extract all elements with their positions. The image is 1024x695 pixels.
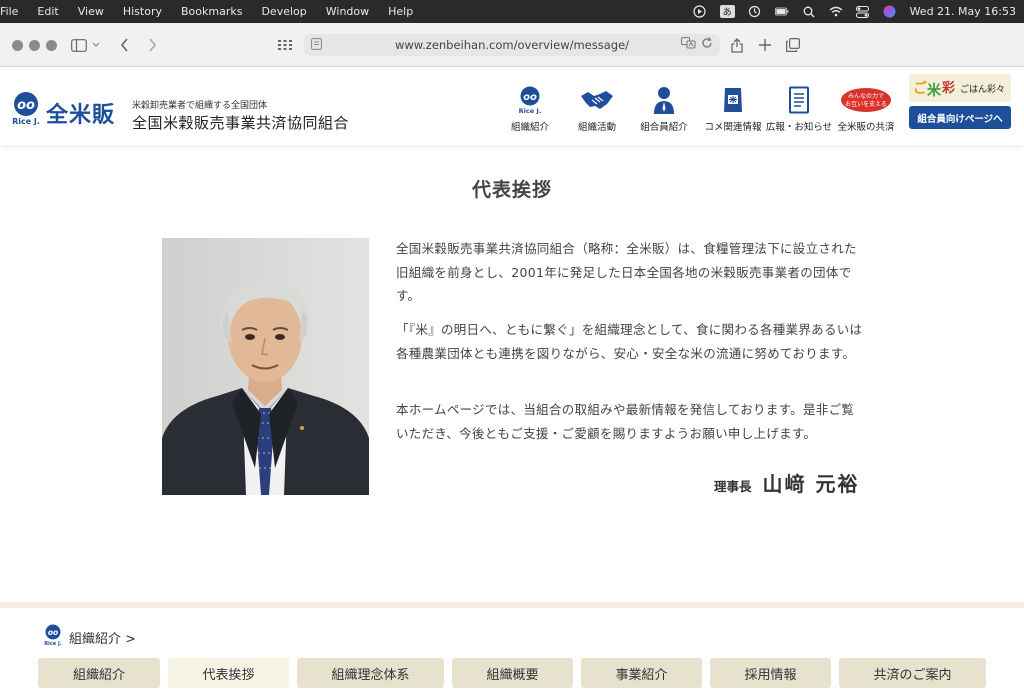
sidebar-toggle-icon[interactable]	[70, 35, 100, 55]
nav-label: 組織活動	[577, 122, 616, 133]
browser-toolbar: www.zenbeihan.com/overview/message/	[0, 23, 1024, 67]
nav-item-news[interactable]: 広報・お知らせ	[766, 85, 832, 133]
nav-item-mutual-aid[interactable]: みんなの力で お互いを支える 全米販の共済	[837, 85, 895, 133]
handshake-icon	[580, 85, 614, 115]
control-center-icon[interactable]	[856, 5, 870, 19]
nav-item-organization[interactable]: oo Rice J. 組織紹介	[506, 85, 554, 133]
nav-label: コメ関連情報	[704, 122, 762, 133]
input-method-icon[interactable]: あ	[719, 5, 735, 18]
new-tab-icon[interactable]	[757, 35, 773, 55]
macos-menubar: File Edit View History Bookmarks Develop…	[0, 0, 1024, 23]
footer-tab-mutual-aid[interactable]: 共済のご案内	[839, 658, 986, 688]
rice-j-logo-icon[interactable]: oo Rice J.	[9, 91, 43, 126]
menu-file[interactable]: File	[0, 5, 27, 18]
menu-help[interactable]: Help	[378, 5, 422, 18]
signature-name: 山﨑 元裕	[762, 472, 860, 496]
back-icon[interactable]	[116, 35, 132, 55]
section-divider	[0, 602, 1024, 608]
footer-tab-recruit[interactable]: 採用情報	[710, 658, 831, 688]
gohan-saisai-banner[interactable]: ご米彩 ごはん彩々	[909, 74, 1011, 102]
nav-label: 組織紹介	[510, 122, 549, 133]
footer-tab-philosophy[interactable]: 組織理念体系	[297, 658, 444, 688]
reload-icon[interactable]	[701, 37, 713, 52]
nav-label: 組合員紹介	[640, 122, 688, 133]
member-page-button[interactable]: 組合員向けページへ	[909, 106, 1011, 129]
play-icon[interactable]	[693, 5, 707, 19]
svg-text:米: 米	[927, 82, 942, 99]
footer-tab-organization[interactable]: 組織紹介	[38, 658, 160, 688]
address-bar[interactable]: www.zenbeihan.com/overview/message/	[304, 34, 720, 56]
svg-text:Rice J.: Rice J.	[519, 107, 542, 114]
tab-overview-grid-icon[interactable]	[276, 35, 294, 55]
signature: 理事長 山﨑 元裕	[714, 468, 859, 497]
menu-develop[interactable]: Develop	[251, 5, 315, 18]
svg-text:みんなの力で: みんなの力で	[848, 92, 884, 100]
brand-name[interactable]: 全米販	[46, 97, 115, 129]
svg-text:oo: oo	[523, 92, 537, 103]
message-paragraph-1: 全国米穀販売事業共済協同組合（略称：全米販）は、食糧管理法下に設立された旧組織を…	[396, 241, 857, 303]
page-menu-icon[interactable]	[311, 38, 322, 53]
document-icon	[788, 85, 810, 115]
page-title: 代表挨拶	[471, 179, 552, 201]
nav-label: 広報・お知らせ	[765, 122, 833, 133]
svg-text:彩: 彩	[941, 80, 955, 96]
message-paragraph-3: 本ホームページでは、当組合の取組みや最新情報を発信しております。是非ご覧いただき…	[396, 402, 855, 441]
url-text: www.zenbeihan.com/overview/message/	[394, 38, 630, 52]
person-icon	[653, 85, 675, 115]
nav-label: 全米販の共済	[837, 122, 895, 133]
footer-tab-greeting[interactable]: 代表挨拶	[168, 658, 289, 688]
gohan-label: ごはん彩々	[959, 84, 1005, 95]
chairman-portrait	[162, 238, 369, 495]
signature-title: 理事長	[714, 479, 752, 494]
forward-icon[interactable]	[144, 35, 160, 55]
spotlight-search-icon[interactable]	[802, 5, 816, 19]
rice-j-logo-icon: oo Rice J.	[43, 624, 63, 650]
svg-text:oo: oo	[17, 98, 35, 113]
footer-section-link[interactable]: oo Rice J. 組織紹介 >	[43, 624, 136, 650]
window-controls[interactable]	[12, 40, 57, 51]
site-tagline: 米穀卸売業者で組織する全国団体	[132, 101, 268, 111]
menu-history[interactable]: History	[113, 5, 171, 18]
rice-bag-icon	[722, 85, 744, 115]
menubar-clock[interactable]: Wed 21. May 16:53	[910, 5, 1016, 18]
footer-tabs: 組織紹介 代表挨拶 組織理念体系 組織概要 事業紹介 採用情報 共済のご案内	[38, 658, 986, 688]
message-paragraph-2: 「『米』の明日へ、ともに繋ぐ」を組織理念として、食に関わる各種業界あるいは各種農…	[396, 322, 863, 361]
nav-item-members[interactable]: 組合員紹介	[640, 85, 688, 133]
wifi-icon[interactable]	[829, 5, 843, 19]
gohan-logo-icon: ご米彩	[913, 76, 961, 104]
menu-bookmarks[interactable]: Bookmarks	[171, 5, 251, 18]
share-icon[interactable]	[729, 35, 745, 55]
organization-name: 全国米穀販売事業共済協同組合	[132, 114, 350, 132]
svg-text:ご: ご	[913, 80, 928, 97]
footer-tab-overview[interactable]: 組織概要	[452, 658, 573, 688]
site-header: oo Rice J. 全米販 米穀卸売業者で組織する全国団体 全国米穀販売事業共…	[0, 67, 1024, 145]
footer-section-label: 組織紹介 >	[69, 631, 137, 647]
nav-item-activities[interactable]: 組織活動	[574, 85, 620, 133]
nav-item-rice-info[interactable]: コメ関連情報	[704, 85, 762, 133]
svg-text:oo: oo	[48, 628, 58, 637]
battery-icon[interactable]	[774, 5, 789, 19]
rice-j-logo-icon: oo Rice J.	[517, 85, 543, 115]
menu-view[interactable]: View	[68, 5, 113, 18]
menu-window[interactable]: Window	[316, 5, 378, 18]
svg-text:Rice J.: Rice J.	[44, 641, 62, 646]
menu-edit[interactable]: Edit	[27, 5, 67, 18]
svg-text:Rice J.: Rice J.	[12, 117, 40, 125]
time-machine-icon[interactable]	[748, 5, 762, 19]
tabs-icon[interactable]	[785, 35, 801, 55]
svg-text:お互いを支える: お互いを支える	[845, 100, 887, 108]
translate-icon[interactable]	[681, 37, 696, 52]
footer-tab-business[interactable]: 事業紹介	[581, 658, 702, 688]
siri-icon[interactable]	[883, 5, 897, 19]
mutual-aid-badge-icon: みんなの力で お互いを支える	[840, 85, 892, 115]
